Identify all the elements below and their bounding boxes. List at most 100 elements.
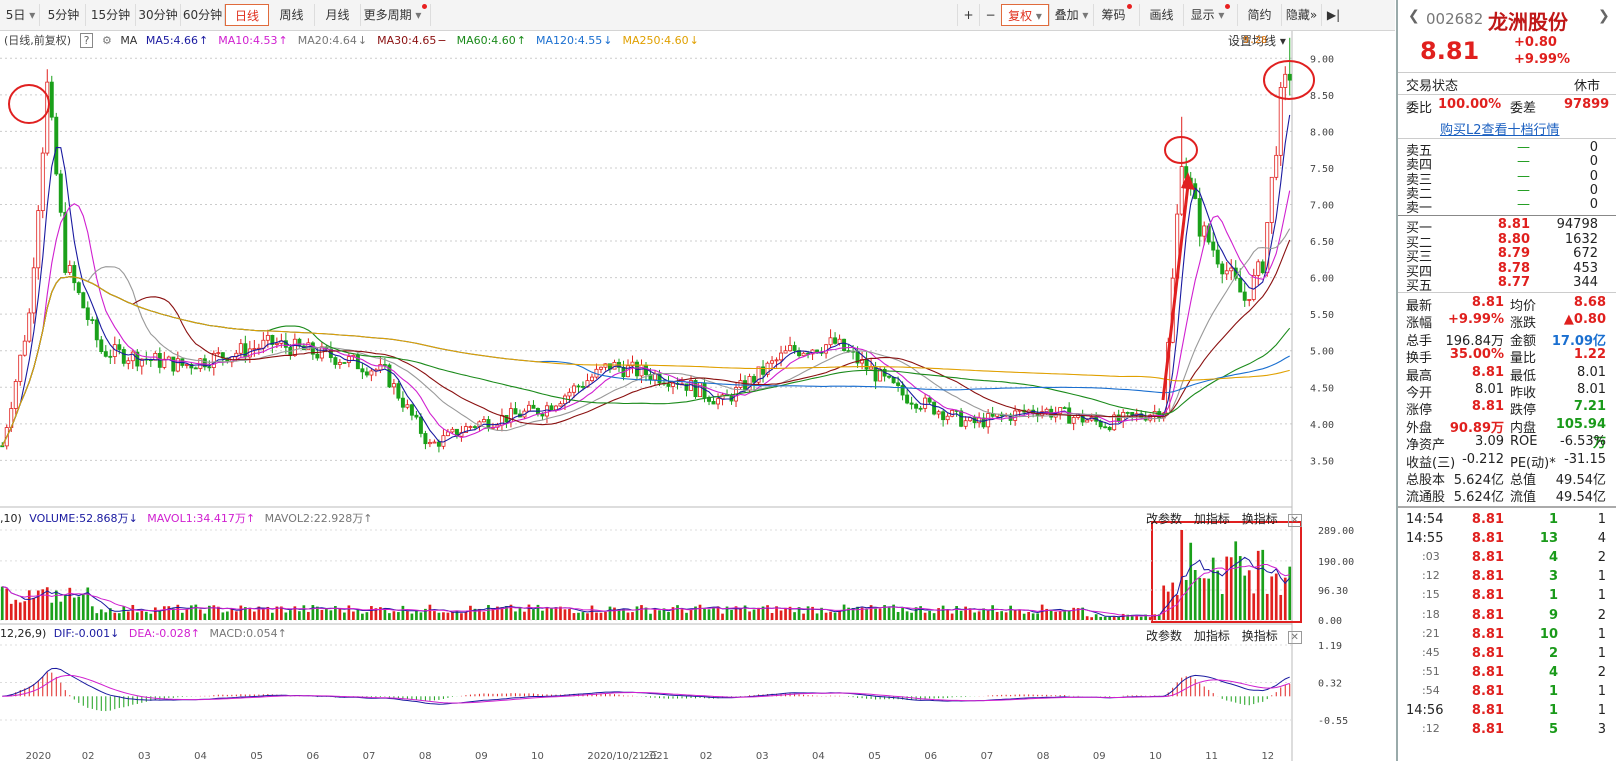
period-tab-1[interactable]: 5分钟: [42, 4, 86, 26]
period-tab-8[interactable]: 更多周期 ▾: [361, 4, 431, 26]
candle-body: [716, 398, 721, 405]
toolbar-button-8[interactable]: 隐藏»: [1281, 4, 1321, 26]
candle-body: [1287, 73, 1292, 81]
candle-body: [603, 363, 608, 368]
candle-body: [1274, 154, 1279, 178]
candle-body: [58, 173, 63, 213]
period-tab-3[interactable]: 30分钟: [136, 4, 181, 26]
toolbar-button-0[interactable]: +: [957, 4, 979, 26]
candle-body: [576, 385, 581, 388]
period-tab-6[interactable]: 周线: [269, 4, 315, 26]
asks-level-volume: 0: [1589, 168, 1598, 184]
candle-body: [504, 415, 509, 423]
period-tab-4[interactable]: 60分钟: [181, 4, 225, 26]
toolbar-button-2[interactable]: 复权 ▾: [1001, 4, 1049, 26]
x-tick-label: 09: [1093, 751, 1106, 761]
tick-p: 8.81: [1471, 512, 1504, 527]
chevron-left-icon[interactable]: ❮: [1408, 8, 1420, 24]
weibi-value: 100.00%: [1438, 97, 1502, 112]
candle-body: [346, 356, 351, 363]
candle-body: [468, 426, 473, 428]
toolbar-button-4[interactable]: 筹码: [1093, 4, 1139, 26]
price-tick-label: 4.50: [1310, 383, 1334, 394]
candle-body: [252, 348, 257, 350]
tick-v: 2: [1548, 645, 1558, 661]
weicha-label: 委差: [1510, 101, 1537, 116]
candle-body: [297, 338, 302, 347]
candle-body: [67, 265, 72, 273]
candle-body: [896, 382, 901, 386]
candle-body: [333, 357, 338, 365]
tick-row: :12 8.81 5 3: [1398, 722, 1616, 740]
toolbar-button-3[interactable]: 叠加 ▾: [1049, 4, 1093, 26]
tick-row: 14:54 8.81 1 1: [1398, 512, 1616, 530]
candle-body: [1251, 274, 1256, 300]
x-tick-label: 07: [363, 751, 376, 761]
tick-v: 4: [1548, 550, 1558, 566]
stat-label: 换手: [1406, 351, 1433, 367]
x-tick-label: 09: [475, 751, 488, 761]
candle-body: [31, 267, 36, 314]
candle-body: [315, 353, 320, 359]
stat-label: 金额: [1510, 333, 1537, 349]
tick-row: :12 8.81 3 1: [1398, 569, 1616, 587]
add-indicator-button[interactable]: 加指标: [1194, 629, 1230, 643]
x-tick-label: 12: [1261, 751, 1274, 761]
candle-body: [27, 312, 32, 342]
l2-link[interactable]: 购买L2查看十档行情: [1440, 119, 1560, 138]
candle-body: [1211, 241, 1216, 251]
stat-value: 1.22: [1573, 347, 1606, 363]
candle-body: [770, 360, 775, 364]
edit-params-button[interactable]: 改参数: [1146, 629, 1182, 643]
stat-label: 外盘: [1406, 420, 1433, 436]
tick-t: :12: [1422, 722, 1440, 736]
close-icon[interactable]: ✕: [1287, 514, 1302, 527]
candle-body: [932, 401, 937, 415]
bids-level-volume: 1632: [1564, 231, 1598, 247]
toolbar-button-6[interactable]: 显示 ▾: [1183, 4, 1237, 26]
candle-body: [950, 410, 955, 417]
candle-body: [423, 433, 428, 445]
add-indicator-button[interactable]: 加指标: [1194, 512, 1230, 526]
period-tab-2[interactable]: 15分钟: [86, 4, 136, 26]
candle-body: [567, 391, 572, 397]
switch-indicator-button[interactable]: 换指标: [1242, 512, 1278, 526]
candle-body: [774, 359, 779, 362]
period-tab-7[interactable]: 月线: [315, 4, 361, 26]
bids-level-volume: 94798: [1556, 217, 1598, 232]
candle-body: [779, 352, 784, 361]
chevron-right-icon[interactable]: ❯: [1598, 8, 1610, 24]
candle-body: [1125, 412, 1130, 414]
kline-chart[interactable]: 9.00 8.50 8.00 7.50 7.00 6.50 6.00 5.50 5.00 4.50…: [0, 31, 1395, 761]
candle-body: [414, 414, 419, 418]
tick-row: :51 8.81 4 2: [1398, 665, 1616, 683]
candle-body: [193, 367, 198, 370]
toolbar-button-9[interactable]: ▶|: [1321, 4, 1345, 26]
tick-n: 1: [1597, 703, 1606, 718]
x-tick-label: 10: [531, 751, 544, 761]
candle-body: [581, 385, 585, 388]
candle-body: [1085, 419, 1090, 423]
candle-body: [558, 403, 563, 407]
candle-body: [108, 355, 113, 358]
ma5-line: [1, 114, 1291, 447]
close-icon[interactable]: ✕: [1287, 631, 1302, 644]
annotation-circle: [1164, 136, 1198, 164]
toolbar-button-5[interactable]: 画线: [1139, 4, 1183, 26]
tick-n: 2: [1597, 607, 1606, 623]
tick-n: 1: [1597, 588, 1606, 604]
toolbar-button-1[interactable]: −: [979, 4, 1001, 26]
candle-body: [369, 370, 374, 376]
period-tab-0[interactable]: 5日 ▾: [2, 4, 40, 26]
tick-t: :12: [1422, 569, 1440, 583]
candle-body: [891, 376, 896, 384]
period-tab-5[interactable]: 日线: [225, 4, 269, 26]
edit-params-button[interactable]: 改参数: [1146, 512, 1182, 526]
candle-body: [54, 116, 59, 175]
switch-indicator-button[interactable]: 换指标: [1242, 629, 1278, 643]
toolbar-button-7[interactable]: 简约: [1237, 4, 1281, 26]
candle-body: [90, 319, 95, 321]
candle-body: [571, 385, 576, 393]
candle-body: [1202, 225, 1207, 237]
stat-value: -6.53%: [1560, 434, 1606, 450]
